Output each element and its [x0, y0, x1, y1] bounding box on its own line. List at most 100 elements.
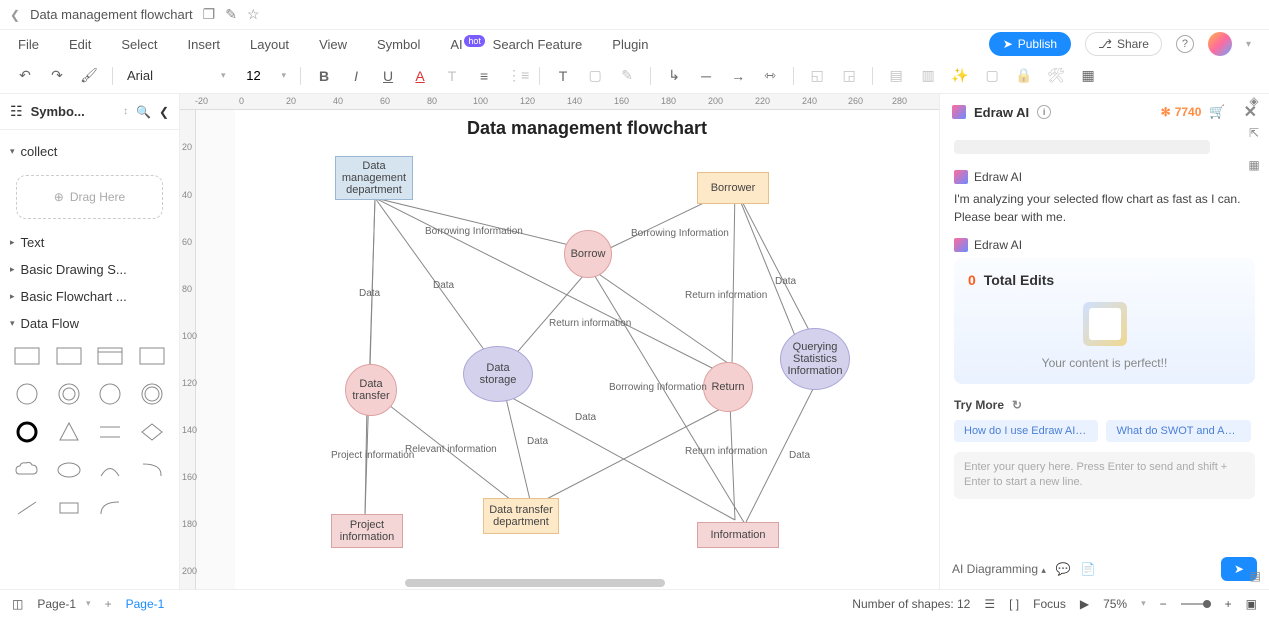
ai-mode[interactable]: AI Diagramming ▴ [952, 562, 1046, 576]
distribute-icon[interactable]: ▥ [919, 67, 937, 84]
align-icon[interactable]: ≡ [475, 68, 493, 84]
chevron-down-icon[interactable]: ▾ [1246, 39, 1251, 50]
node-qsi[interactable]: Querying Statistics Information [780, 328, 850, 390]
undo-icon[interactable]: ↶ [16, 67, 34, 84]
lock-icon[interactable]: 🔒 [1015, 67, 1033, 84]
menu-edit[interactable]: Edit [69, 37, 91, 52]
node-borrow[interactable]: Borrow [564, 230, 612, 278]
node-dtd[interactable]: Data transfer department [483, 498, 559, 534]
connector-icon[interactable]: ↳ [665, 67, 683, 84]
page-selector[interactable]: Page-1 ▾ [37, 597, 90, 611]
canvas[interactable]: Data management flowchart [235, 110, 939, 589]
collapse-icon[interactable]: ❮ [159, 105, 169, 119]
menu-select[interactable]: Select [121, 37, 157, 52]
arrow-icon[interactable]: → [729, 68, 747, 84]
canvas-area[interactable]: -200204060801001201401601802002202402602… [180, 94, 939, 589]
node-data-storage[interactable]: Data storage [463, 346, 533, 402]
help-icon[interactable]: ? [1176, 35, 1194, 53]
menu-plugin[interactable]: Plugin [612, 37, 648, 52]
shape-fill-icon[interactable]: ▢ [586, 67, 604, 84]
underline-icon[interactable]: U [379, 68, 397, 84]
fullscreen-icon[interactable]: ▣ [1246, 597, 1257, 611]
zoom-out-icon[interactable]: − [1160, 597, 1167, 611]
zoom-in-icon[interactable]: + [1225, 597, 1232, 611]
menu-symbol[interactable]: Symbol [377, 37, 420, 52]
chevron-down-icon[interactable]: ▾ [1141, 598, 1146, 609]
category-basic-drawing[interactable]: ▸ Basic Drawing S... [10, 256, 169, 283]
shape-curve[interactable] [94, 493, 128, 523]
shape-rect2[interactable] [52, 341, 86, 371]
dropdown-icon[interactable]: ↕ [123, 106, 128, 117]
node-dmd[interactable]: Data management department [335, 156, 413, 200]
node-return[interactable]: Return [703, 362, 753, 412]
zoom-slider[interactable] [1181, 603, 1211, 605]
shape-rect5[interactable] [52, 493, 86, 523]
node-project-info[interactable]: Project information [331, 514, 403, 548]
menu-view[interactable]: View [319, 37, 347, 52]
menu-search[interactable]: Search Feature [493, 37, 583, 52]
node-borrower[interactable]: Borrower [697, 172, 769, 204]
chip-2[interactable]: What do SWOT and AAR... [1106, 420, 1250, 442]
flowchart-title[interactable]: Data management flowchart [467, 118, 707, 139]
menu-layout[interactable]: Layout [250, 37, 289, 52]
share-button[interactable]: ⎇ Share [1085, 32, 1162, 56]
focus-bracket-icon[interactable]: [ ] [1009, 597, 1019, 611]
brush-icon[interactable]: 🖌 [80, 67, 98, 84]
group-icon[interactable]: ◱ [808, 67, 826, 84]
bold-icon[interactable]: B [315, 68, 333, 84]
export-icon[interactable]: 📄 [1081, 562, 1096, 576]
shape-circle3[interactable] [94, 379, 128, 409]
arrow-both-icon[interactable]: ⇿ [761, 67, 779, 84]
shape-rect4[interactable] [135, 341, 169, 371]
paint-icon[interactable]: ◈ [1249, 94, 1258, 108]
scrollbar-horizontal[interactable] [405, 579, 665, 587]
info-icon[interactable]: i [1037, 105, 1051, 119]
ungroup-icon[interactable]: ◲ [840, 67, 858, 84]
redo-icon[interactable]: ↷ [48, 67, 66, 84]
page-tab[interactable]: Page-1 [126, 597, 165, 611]
avatar[interactable] [1208, 32, 1232, 56]
node-data-transfer[interactable]: Data transfer [345, 364, 397, 416]
font-select[interactable] [127, 68, 207, 83]
shape-ellipse[interactable] [52, 455, 86, 485]
shape-rect3[interactable] [94, 341, 128, 371]
line-style-icon[interactable]: ─ [697, 68, 715, 84]
node-information[interactable]: Information [697, 522, 779, 548]
shape-arc[interactable] [94, 455, 128, 485]
crop-icon[interactable]: ▢ [983, 67, 1001, 84]
shape-cloud[interactable] [10, 455, 44, 485]
zoom-value[interactable]: 75% [1103, 597, 1127, 611]
ai-credits[interactable]: ✻ 7740 [1161, 105, 1202, 119]
shape-triangle[interactable] [52, 417, 86, 447]
cart-icon[interactable]: 🛒 [1209, 104, 1225, 120]
settings-right-icon[interactable]: ▤ [1250, 569, 1261, 583]
italic-icon[interactable]: I [347, 68, 365, 84]
shape-circle4[interactable] [135, 379, 169, 409]
drag-here-box[interactable]: ⊕ Drag Here [16, 175, 163, 219]
category-basic-flowchart[interactable]: ▸ Basic Flowchart ... [10, 283, 169, 310]
chip-1[interactable]: How do I use Edraw AI fo... [954, 420, 1098, 442]
category-text[interactable]: ▸ Text [10, 229, 169, 256]
edit-icon[interactable]: ✎ [225, 6, 237, 23]
layers-icon[interactable]: ☰ [984, 597, 995, 611]
search-icon[interactable]: 🔍 [136, 105, 151, 119]
font-color-icon[interactable]: A [411, 68, 429, 84]
play-icon[interactable]: ▶ [1080, 597, 1089, 611]
shape-rect[interactable] [10, 341, 44, 371]
back-icon[interactable]: ❮ [10, 8, 20, 22]
text-tool-icon[interactable]: T [554, 68, 572, 84]
category-data-flow[interactable]: ▾ Data Flow [10, 310, 169, 337]
list-icon[interactable]: ⋮≡ [507, 67, 525, 84]
ai-input[interactable]: Enter your query here. Press Enter to se… [954, 452, 1255, 499]
chat-icon[interactable]: 💬 [1056, 562, 1071, 576]
grid-icon[interactable]: ▦ [1248, 158, 1259, 172]
tools-icon[interactable]: 🛠 [1047, 67, 1065, 84]
shape-diamond[interactable] [135, 417, 169, 447]
category-collect[interactable]: ▾ collect [10, 138, 169, 165]
export-right-icon[interactable]: ⇱ [1249, 126, 1259, 140]
shape-lines[interactable] [94, 417, 128, 447]
pages-view-icon[interactable]: ◫ [12, 597, 23, 611]
insert-icon[interactable]: ▦ [1079, 67, 1097, 84]
shape-circle[interactable] [10, 379, 44, 409]
publish-button[interactable]: ➤ Publish [989, 32, 1071, 56]
